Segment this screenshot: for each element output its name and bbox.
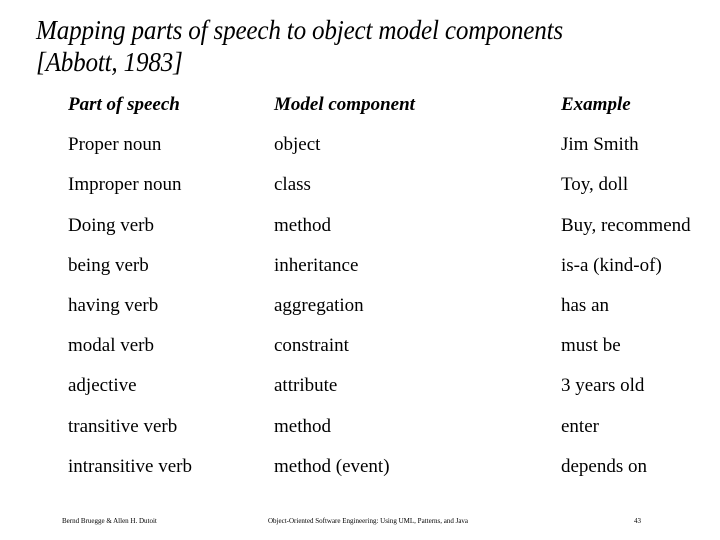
footer-page-number: 43 <box>634 517 641 525</box>
example-cell: has an <box>561 294 610 316</box>
example-cell: 3 years old <box>561 375 645 397</box>
table-row: Improper noun class Toy, doll <box>68 165 720 205</box>
example-cell: Jim Smith <box>561 134 639 156</box>
table-row: having verb aggregation has an <box>68 286 720 326</box>
table-row: transitive verb method enter <box>68 407 720 447</box>
header-model-component: Model component <box>274 94 415 115</box>
example-cell: depends on <box>561 455 648 477</box>
table-row: adjective attribute 3 years old <box>68 366 720 406</box>
model-component-cell: attribute <box>274 375 338 397</box>
model-component-cell: class <box>274 174 311 196</box>
mapping-table: Part of speech Model component Example P… <box>68 85 720 487</box>
table-row: Proper noun object Jim Smith <box>68 125 720 165</box>
part-of-speech-cell: transitive verb <box>68 415 178 437</box>
part-of-speech-cell: Improper noun <box>68 174 182 196</box>
model-component-cell: method <box>274 415 331 437</box>
table-header-row: Part of speech Model component Example <box>68 85 720 125</box>
table-row: being verb inheritance is-a (kind-of) <box>68 246 720 286</box>
model-component-cell: inheritance <box>274 254 359 276</box>
part-of-speech-cell: adjective <box>68 375 137 397</box>
model-component-cell: object <box>274 134 321 156</box>
example-cell: Toy, doll <box>561 174 629 196</box>
model-component-cell: aggregation <box>274 294 364 316</box>
part-of-speech-cell: modal verb <box>68 335 155 357</box>
table-row: modal verb constraint must be <box>68 326 720 366</box>
header-example: Example <box>561 94 631 115</box>
example-cell: must be <box>561 335 621 357</box>
table-row: Doing verb method Buy, recommend <box>68 206 720 246</box>
slide-title: Mapping parts of speech to object model … <box>36 14 650 78</box>
part-of-speech-cell: being verb <box>68 254 149 276</box>
model-component-cell: constraint <box>274 335 349 357</box>
model-component-cell: method <box>274 214 331 236</box>
slide-title-line-1: Mapping parts of speech to object model … <box>36 15 563 45</box>
slide-title-line-2: [Abbott, 1983] <box>36 47 183 77</box>
model-component-cell: method (event) <box>274 455 390 477</box>
header-part-of-speech: Part of speech <box>68 94 180 115</box>
example-cell: Buy, recommend <box>561 214 691 236</box>
example-cell: enter <box>561 415 599 437</box>
part-of-speech-cell: Doing verb <box>68 214 155 236</box>
table-row: intransitive verb method (event) depends… <box>68 447 720 487</box>
part-of-speech-cell: Proper noun <box>68 134 162 156</box>
footer-authors: Bernd Bruegge & Allen H. Dutoit <box>62 517 157 525</box>
part-of-speech-cell: having verb <box>68 294 159 316</box>
example-cell: is-a (kind-of) <box>561 254 662 276</box>
footer-book-title: Object-Oriented Software Engineering: Us… <box>268 517 469 525</box>
part-of-speech-cell: intransitive verb <box>68 455 192 477</box>
